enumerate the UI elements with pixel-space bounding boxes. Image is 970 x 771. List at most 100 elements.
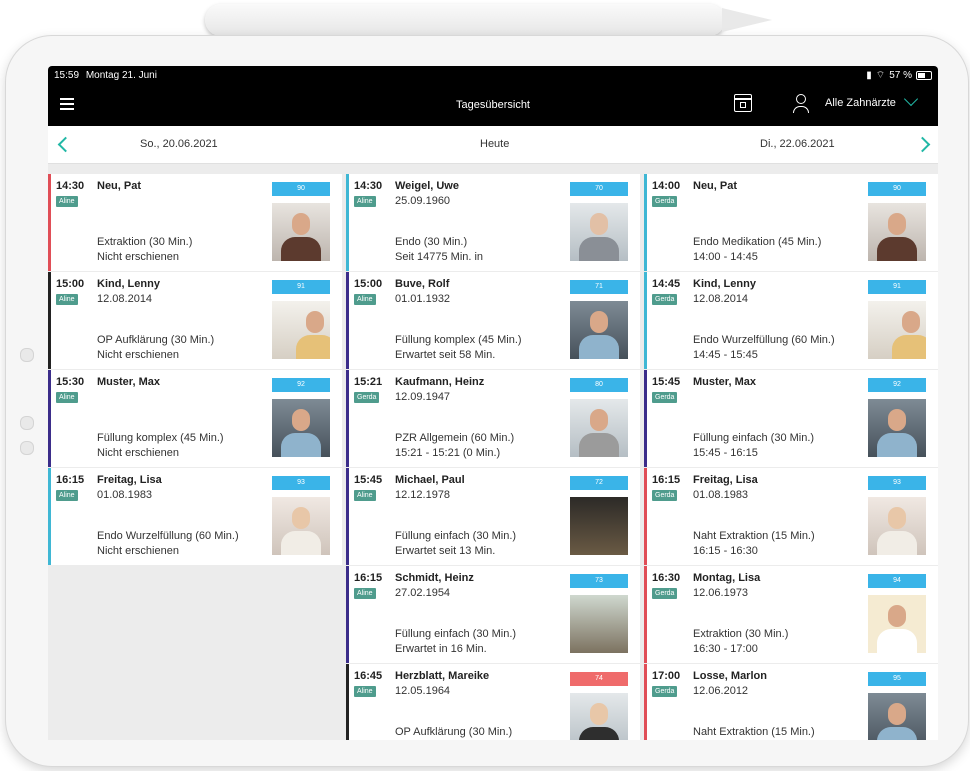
appointment-card[interactable]: 15:45 Gerda Muster, Max Füllung einfach … [644, 370, 938, 467]
appointment-status: Nicht erschienen [97, 349, 179, 361]
appointment-time: 16:15 [354, 572, 383, 584]
appointment-status: Nicht erschienen [97, 545, 179, 557]
patient-dob: 12.05.1964 [395, 685, 451, 697]
appointment-time: 14:30 [56, 180, 85, 192]
patient-name: Michael, Paul [395, 474, 465, 486]
patient-name: Freitag, Lisa [97, 474, 162, 486]
appointment-time: 17:00 [652, 670, 681, 682]
appointment-time: 15:45 [652, 376, 681, 388]
room-badge: 71 [570, 280, 628, 294]
treatment: Füllung einfach (30 Min.) [395, 628, 517, 640]
appointment-time: 14:30 [354, 180, 383, 192]
patient-photo [868, 595, 926, 653]
appointment-status: 16:15 - 16:30 [693, 545, 758, 557]
appointment-time: 15:00 [354, 278, 383, 290]
assistant-tag: Aline [354, 588, 376, 599]
appointment-card[interactable]: 15:45 Aline Michael, Paul 12.12.1978 Fül… [346, 468, 640, 565]
assistant-tag: Aline [354, 196, 376, 207]
appointment-time: 16:15 [56, 474, 85, 486]
room-badge: 72 [570, 476, 628, 490]
appointment-card[interactable]: 15:00 Aline Kind, Lenny 12.08.2014 OP Au… [48, 272, 342, 369]
assistant-tag: Aline [56, 294, 78, 305]
wifi-icon: ⌔ [875, 69, 886, 81]
patient-dob: 27.02.1954 [395, 587, 451, 599]
signal-icon: ▮ [866, 69, 872, 81]
room-badge: 90 [272, 182, 330, 196]
patient-name: Buve, Rolf [395, 278, 450, 290]
next-day-icon[interactable] [914, 136, 931, 153]
next-date[interactable]: Di., 22.06.2021 [760, 138, 835, 150]
appointment-status: 16:30 - 17:00 [693, 643, 758, 655]
status-date: Montag 21. Juni [85, 69, 157, 81]
appointment-card[interactable]: 14:30 Aline Neu, Pat Extraktion (30 Min.… [48, 174, 342, 271]
assistant-tag: Aline [354, 490, 376, 501]
pencil-tip [722, 8, 772, 32]
assistant-tag: Gerda [652, 588, 678, 599]
treatment: PZR Allgemein (60 Min.) [395, 432, 515, 444]
assistant-tag: Gerda [652, 686, 678, 697]
appointment-status: 15:45 - 16:15 [693, 447, 758, 459]
treatment: Extraktion (30 Min.) [693, 628, 789, 640]
appointment-card[interactable]: 16:15 Aline Schmidt, Heinz 27.02.1954 Fü… [346, 566, 640, 663]
appointment-card[interactable]: 17:00 Gerda Losse, Marlon 12.06.2012 Nah… [644, 664, 938, 740]
apple-pencil [205, 4, 725, 36]
appointment-status: Erwartet in 16 Min. [395, 643, 487, 655]
dentist-filter-label[interactable]: Alle Zahnärzte [825, 97, 896, 109]
room-badge: 92 [272, 378, 330, 392]
room-badge: 80 [570, 378, 628, 392]
patient-photo [570, 399, 628, 457]
patient-photo [570, 497, 628, 555]
patient-dob: 12.08.2014 [97, 293, 153, 305]
appointment-status: Nicht erschienen [97, 251, 179, 263]
assistant-tag: Aline [56, 490, 78, 501]
user-icon[interactable] [793, 94, 809, 114]
appointment-card[interactable]: 14:30 Aline Weigel, Uwe 25.09.1960 Endo … [346, 174, 640, 271]
patient-photo [272, 497, 330, 555]
calendar-icon[interactable] [734, 94, 752, 112]
appointment-time: 15:45 [354, 474, 383, 486]
treatment: Extraktion (30 Min.) [97, 236, 193, 248]
appointment-card[interactable]: 15:30 Aline Muster, Max Füllung komplex … [48, 370, 342, 467]
room-badge: 73 [570, 574, 628, 588]
appointment-card[interactable]: 16:30 Gerda Montag, Lisa 12.06.1973 Extr… [644, 566, 938, 663]
room-badge: 90 [868, 182, 926, 196]
patient-name: Neu, Pat [97, 180, 142, 192]
app-screen: 15:59 Montag 21. Juni ▮ ⌔ 57 % Tagesüber… [48, 66, 938, 740]
patient-photo [868, 203, 926, 261]
column-today: 14:30 Aline Weigel, Uwe 25.09.1960 Endo … [346, 174, 640, 740]
room-badge: 91 [272, 280, 330, 294]
patient-name: Freitag, Lisa [693, 474, 758, 486]
appointment-card[interactable]: 15:21 Gerda Kaufmann, Heinz 12.09.1947 P… [346, 370, 640, 467]
appointment-card[interactable]: 16:15 Aline Freitag, Lisa 01.08.1983 End… [48, 468, 342, 565]
appointment-status: 14:00 - 14:45 [693, 251, 758, 263]
treatment: Endo Medikation (45 Min.) [693, 236, 822, 248]
patient-dob: 25.09.1960 [395, 195, 451, 207]
treatment: Naht Extraktion (15 Min.) [693, 530, 815, 542]
battery-percent: 57 % [889, 69, 912, 81]
room-badge: 70 [570, 182, 628, 196]
patient-dob: 01.08.1983 [97, 489, 153, 501]
appointment-card[interactable]: 16:45 Aline Herzblatt, Mareike 12.05.196… [346, 664, 640, 740]
today-date[interactable]: Heute [480, 138, 509, 150]
appointment-time: 14:45 [652, 278, 681, 290]
appointment-card[interactable]: 14:45 Gerda Kind, Lenny 12.08.2014 Endo … [644, 272, 938, 369]
patient-name: Herzblatt, Mareike [395, 670, 490, 682]
prev-date[interactable]: So., 20.06.2021 [140, 138, 218, 150]
appointment-time: 16:30 [652, 572, 681, 584]
appointment-status: Erwartet seit 58 Min. [395, 349, 496, 361]
side-button [20, 416, 34, 430]
assistant-tag: Gerda [652, 294, 678, 305]
appointment-card[interactable]: 15:00 Aline Buve, Rolf 01.01.1932 Füllun… [346, 272, 640, 369]
side-button [20, 348, 34, 362]
patient-name: Neu, Pat [693, 180, 738, 192]
patient-name: Muster, Max [693, 376, 756, 388]
patient-dob: 12.09.1947 [395, 391, 451, 403]
patient-photo [868, 399, 926, 457]
appointment-card[interactable]: 16:15 Gerda Freitag, Lisa 01.08.1983 Nah… [644, 468, 938, 565]
treatment: Naht Extraktion (15 Min.) [693, 726, 815, 738]
treatment: Endo Wurzelfüllung (60 Min.) [693, 334, 835, 346]
treatment: Endo (30 Min.) [395, 236, 468, 248]
appointment-card[interactable]: 14:00 Gerda Neu, Pat Endo Medikation (45… [644, 174, 938, 271]
previous-day-icon[interactable] [57, 136, 74, 153]
treatment: Endo Wurzelfüllung (60 Min.) [97, 530, 239, 542]
